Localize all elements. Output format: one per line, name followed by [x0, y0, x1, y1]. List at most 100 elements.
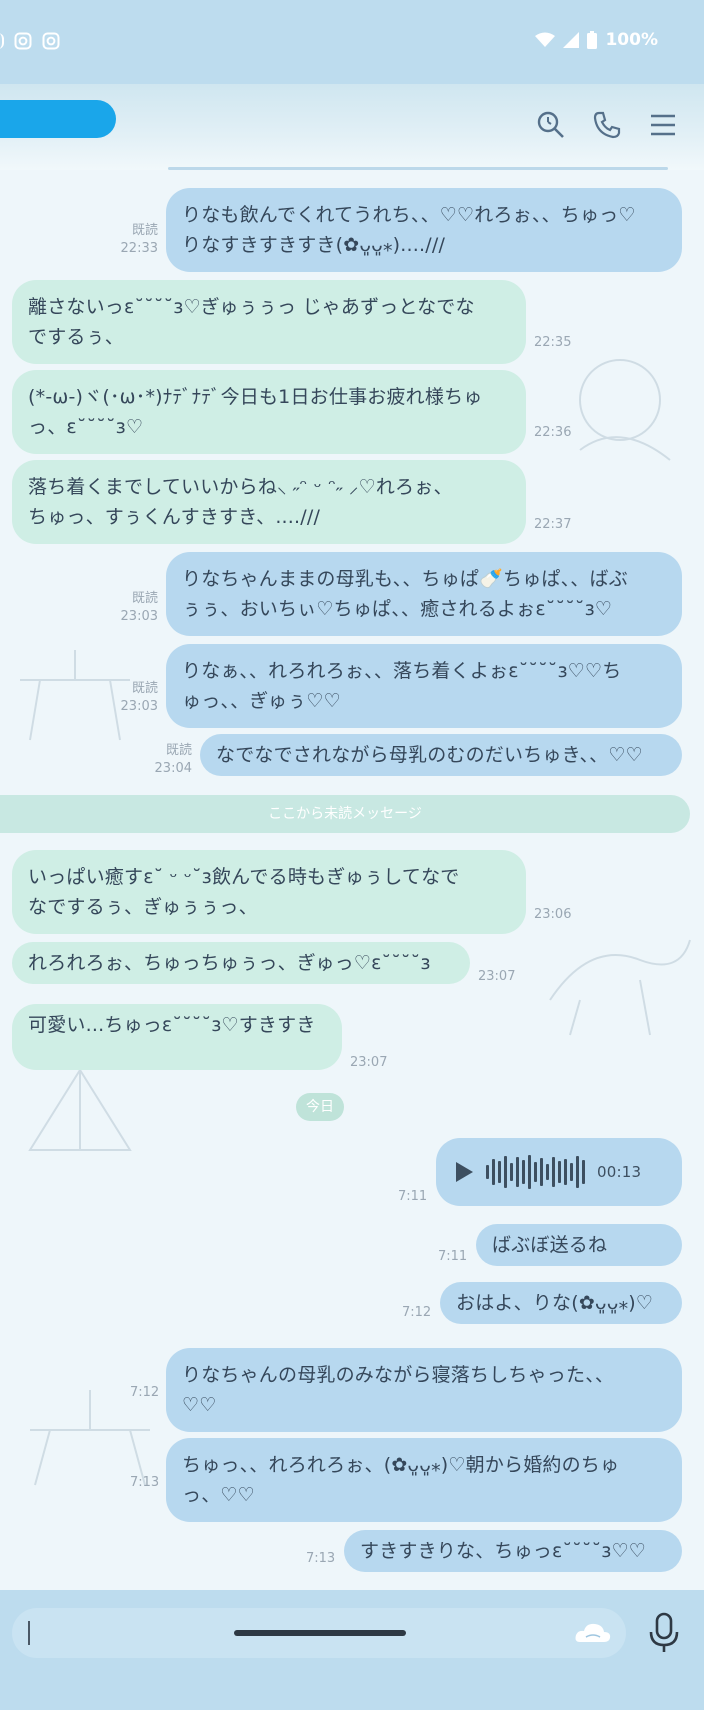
message-text: すきすきりな、ちゅっɛ˘˘˘˘ɜ♡♡	[360, 1540, 647, 1562]
waveform-bar	[522, 1160, 525, 1184]
waveform-bar	[486, 1165, 489, 1179]
waveform-bar	[528, 1155, 531, 1189]
message-text: りなも飲んでくれてうれち、、♡♡れろぉ、、ちゅっ♡	[182, 204, 636, 226]
message-text: でするぅ、	[28, 326, 125, 348]
battery-percent: 100%	[605, 30, 658, 50]
read-receipt: 既読	[165, 743, 192, 758]
instagram-icon	[42, 32, 60, 50]
waveform-bar	[516, 1157, 519, 1187]
message-text: (*-ω-)ヾ(･ω･*)ﾅﾃﾞﾅﾃﾞ今日も1日お仕事お疲れ様ちゅ	[28, 386, 483, 408]
message-time: 23:07	[478, 969, 516, 984]
message-time: 22:37	[534, 517, 572, 532]
message-time: 23:06	[534, 907, 572, 922]
message-bubble[interactable]: いっぱい癒すɛ˘ ᵕ ᵕ˘ɜ飲んでる時もぎゅぅしてなで なでするぅ、ぎゅぅぅっ、	[12, 850, 526, 934]
gesture-handle[interactable]	[234, 1630, 406, 1636]
battery-icon	[587, 31, 598, 49]
back-button[interactable]	[0, 100, 116, 138]
waveform-bar	[558, 1161, 561, 1183]
waveform-bar	[504, 1156, 507, 1188]
message-time: 23:07	[350, 1055, 388, 1070]
message-bubble[interactable]: りなぁ、、れろれろぉ、、落ち着くよぉɛ˘˘˘˘ɜ♡♡ち ゅっ、、ぎゅぅ♡♡	[166, 644, 682, 728]
message-time: 7:12	[130, 1385, 160, 1400]
message-text: りなぁ、、れろれろぉ、、落ち着くよぉɛ˘˘˘˘ɜ♡♡ち	[182, 660, 622, 682]
message-time: 22:35	[534, 335, 572, 350]
message-time: 22:33	[120, 241, 158, 256]
notification-icon	[0, 33, 4, 49]
waveform-bar	[540, 1158, 543, 1186]
message-time: 7:12	[402, 1305, 432, 1320]
message-text: 離さないっɛ˘˘˘˘ɜ♡ぎゅぅぅっ じゃあずっとなでな	[28, 296, 475, 318]
waveform-bar	[492, 1159, 495, 1185]
waveform-bar	[576, 1156, 579, 1188]
message-bubble[interactable]: りなちゃんままの母乳も、、ちゅぱ🍼ちゅぱ、、ばぶ ぅぅ、おいちぃ♡ちゅぱ、、癒さ…	[166, 552, 682, 636]
message-text: ゅっ、、ぎゅぅ♡♡	[182, 690, 341, 712]
message-text: ♡♡	[182, 1394, 217, 1416]
voice-message[interactable]: 00:13	[436, 1138, 682, 1206]
message-meta: 既読 22:33	[100, 222, 158, 258]
date-chip: 今日	[296, 1093, 344, 1121]
message-time: 23:03	[120, 699, 158, 714]
sticker-icon[interactable]	[574, 1620, 612, 1646]
message-bubble[interactable]: りなちゃんの母乳のみながら寝落ちしちゃった、、 ♡♡	[166, 1348, 682, 1432]
waveform-bar	[510, 1163, 513, 1181]
play-icon[interactable]	[454, 1161, 474, 1183]
message-text: れろれろぉ、ちゅっちゅぅっ、ぎゅっ♡ɛ˘˘˘˘ɜ	[28, 952, 431, 974]
message-text: いっぱい癒すɛ˘ ᵕ ᵕ˘ɜ飲んでる時もぎゅぅしてなで	[28, 866, 460, 888]
text-cursor	[28, 1621, 30, 1645]
message-text: なでするぅ、ぎゅぅぅっ、	[28, 896, 258, 918]
wifi-icon	[535, 32, 556, 47]
message-text: りなちゃんままの母乳も、、ちゅぱ🍼ちゅぱ、、ばぶ	[182, 568, 628, 590]
search-icon[interactable]	[536, 110, 566, 140]
mic-icon[interactable]	[646, 1612, 682, 1654]
read-receipt: 既読	[131, 681, 158, 696]
message-time: 23:04	[154, 761, 192, 776]
message-meta: 既読 23:03	[100, 590, 158, 626]
waveform-bar	[552, 1157, 555, 1187]
message-bubble[interactable]: おはよ、りな(✿ᴗ͈ᴗ͈⁎)♡	[440, 1282, 682, 1324]
message-text: おはよ、りな(✿ᴗ͈ᴗ͈⁎)♡	[456, 1292, 654, 1314]
message-time: 7:13	[130, 1475, 160, 1490]
waveform-bar	[582, 1160, 585, 1184]
message-bubble[interactable]: (*-ω-)ヾ(･ω･*)ﾅﾃﾞﾅﾃﾞ今日も1日お仕事お疲れ様ちゅ っ、ɛ˘˘˘…	[12, 370, 526, 454]
message-bubble[interactable]: れろれろぉ、ちゅっちゅぅっ、ぎゅっ♡ɛ˘˘˘˘ɜ	[12, 942, 470, 984]
signal-icon	[563, 32, 580, 48]
message-text: ちゅっ、、れろれろぉ、(✿ᴗ͈ᴗ͈⁎)♡朝から婚約のちゅ	[182, 1454, 620, 1476]
voice-duration: 00:13	[597, 1163, 642, 1181]
input-bar	[0, 1590, 704, 1710]
message-text: 可愛い...ちゅっɛ˘˘˘˘ɜ♡すきすき	[28, 1014, 316, 1036]
message-bubble[interactable]: 離さないっɛ˘˘˘˘ɜ♡ぎゅぅぅっ じゃあずっとなでな でするぅ、	[12, 280, 526, 364]
unread-divider: ここから未読メッセージ	[0, 795, 690, 833]
message-text: ぅぅ、おいちぃ♡ちゅぱ、、癒されるよぉɛ˘˘˘˘ɜ♡	[182, 598, 613, 620]
background-sketch	[579, 359, 671, 461]
message-time: 7:11	[398, 1189, 428, 1204]
message-bubble[interactable]: ちゅっ、、れろれろぉ、(✿ᴗ͈ᴗ͈⁎)♡朝から婚約のちゅ っ、♡♡	[166, 1438, 682, 1522]
message-meta: 既読 23:04	[134, 742, 192, 778]
message-time: 7:13	[306, 1551, 336, 1566]
message-bubble[interactable]: すきすきりな、ちゅっɛ˘˘˘˘ɜ♡♡	[344, 1530, 682, 1572]
message-time: 22:36	[534, 425, 572, 440]
message-text: ばぶぼ送るね	[492, 1234, 608, 1256]
background-sketch	[549, 939, 691, 1036]
message-text: なでなでされながら母乳のむのだいちゅき、、♡♡	[216, 744, 643, 766]
waveform-bar	[498, 1161, 501, 1183]
waveform-bar	[564, 1159, 567, 1185]
message-bubble[interactable]: ばぶぼ送るね	[476, 1224, 682, 1266]
waveform-bar	[534, 1162, 537, 1182]
waveform-bar	[546, 1164, 549, 1180]
chat-header	[0, 84, 704, 170]
instagram-icon	[14, 32, 32, 50]
message-bubble[interactable]: 落ち着くまでしていいからね⸜ ˶ᵔ ᵕ ᵔ˶ ⸝♡れろぉ、 ちゅっ、すぅくんすき…	[12, 460, 526, 544]
message-meta: 既読 23:03	[100, 680, 158, 716]
phone-icon[interactable]	[592, 110, 622, 140]
message-time: 23:03	[120, 609, 158, 624]
waveform-bar	[570, 1163, 573, 1181]
message-bubble[interactable]: なでなでされながら母乳のむのだいちゅき、、♡♡	[200, 734, 682, 776]
read-receipt: 既読	[131, 223, 158, 238]
message-bubble[interactable]: りなも飲んでくれてうれち、、♡♡れろぉ、、ちゅっ♡ りなすきすきすき(✿ᴗ͈ᴗ͈…	[166, 188, 682, 272]
message-text: っ、ɛ˘˘˘˘ɜ♡	[28, 416, 144, 438]
chat-area[interactable]: 既読 22:33 りなも飲んでくれてうれち、、♡♡れろぉ、、ちゅっ♡ りなすきす…	[0, 170, 704, 1590]
message-time: 7:11	[438, 1249, 468, 1264]
menu-icon[interactable]	[648, 110, 678, 140]
message-text: りなすきすきすき(✿ᴗ͈ᴗ͈⁎)....///	[182, 234, 446, 256]
message-bubble[interactable]: 可愛い...ちゅっɛ˘˘˘˘ɜ♡すきすき	[12, 1004, 342, 1070]
